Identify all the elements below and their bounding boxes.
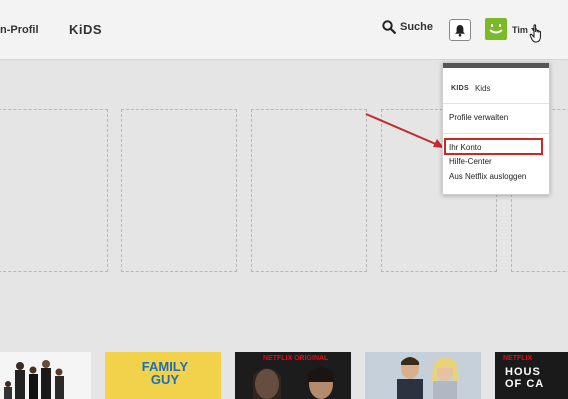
title-thumbnail[interactable]: NETFLIX ORIGINAL (235, 352, 351, 399)
hand-cursor-icon (529, 24, 541, 43)
dropdown-divider (443, 133, 549, 134)
loading-tile (251, 109, 367, 272)
search-label: Suche (400, 21, 434, 33)
smiley-avatar-icon (489, 24, 503, 34)
cast-photo-thumbnail (0, 352, 91, 399)
search-button[interactable]: Suche (382, 20, 433, 34)
red-arrow-annotation (365, 113, 444, 148)
kids-link[interactable]: KiDS (69, 22, 102, 37)
top-navigation-bar: n-Profil KiDS Suche Tim (0, 0, 568, 60)
netflix-original-badge: NETFLIX ORIGINAL (263, 355, 329, 362)
profile-avatar[interactable] (485, 18, 507, 40)
kids-profile-label: Kids (474, 84, 491, 93)
title-thumbnail[interactable]: NETFLIX HOUS OF CA (495, 352, 568, 399)
title-thumbnail[interactable]: FAMILY GUY (105, 352, 221, 399)
dropdown-divider (443, 103, 549, 104)
kids-logo: KIDS (451, 85, 469, 92)
help-center-item[interactable]: Hilfe-Center (449, 157, 492, 166)
cast-photo-thumbnail (365, 352, 481, 399)
netflix-badge: NETFLIX (503, 355, 533, 362)
show-title: HOUS OF CA (505, 366, 545, 390)
title-thumbnail[interactable] (365, 352, 481, 399)
show-logo: FAMILY GUY (141, 359, 189, 387)
search-icon (382, 20, 396, 34)
account-item-highlight (444, 138, 543, 155)
notifications-button[interactable] (449, 19, 471, 41)
manage-profiles-item[interactable]: Profile verwalten (449, 113, 508, 122)
sign-out-item[interactable]: Aus Netflix ausloggen (449, 172, 526, 181)
profile-link[interactable]: n-Profil (0, 24, 39, 36)
loading-tile (121, 109, 237, 272)
profile-name[interactable]: Tim (512, 25, 528, 35)
cast-photo-thumbnail (253, 367, 335, 399)
kids-profile-item[interactable]: KIDS Kids (451, 84, 491, 93)
loading-tile (0, 109, 108, 272)
title-thumbnail[interactable] (0, 352, 91, 399)
profile-dropdown-menu: KIDS Kids Profile verwalten Ihr Konto Hi… (442, 62, 550, 195)
bell-icon (455, 24, 465, 36)
dropdown-top-bar (443, 63, 549, 68)
